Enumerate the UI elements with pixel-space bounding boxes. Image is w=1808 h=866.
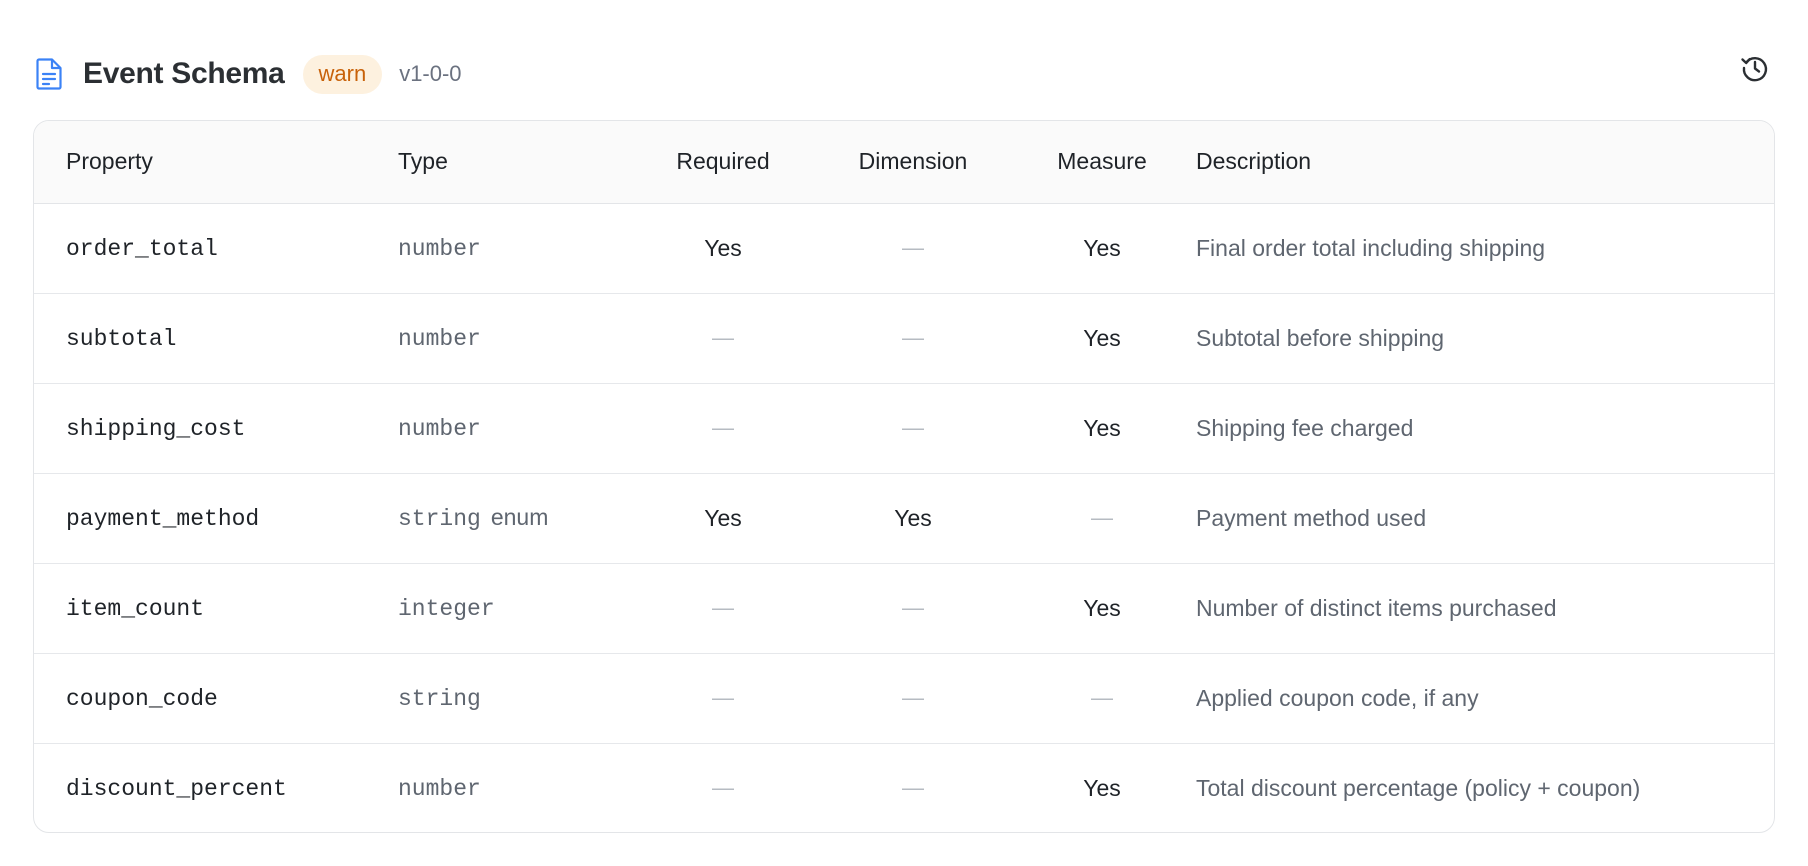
dimension-value: — [902, 685, 924, 710]
column-header-required[interactable]: Required [628, 121, 818, 204]
required-value: Yes [704, 234, 742, 261]
measure-value: Yes [1083, 594, 1121, 621]
measure-value: Yes [1083, 414, 1121, 441]
table-row[interactable]: subtotal number — — Yes Subtotal before … [34, 292, 1774, 383]
property-description: Final order total including shipping [1196, 234, 1546, 261]
property-type: number [398, 325, 481, 352]
property-description: Applied coupon code, if any [1196, 684, 1479, 711]
version-label: v1-0-0 [399, 61, 462, 86]
property-name: discount_percent [66, 775, 287, 802]
property-description: Subtotal before shipping [1196, 324, 1445, 351]
table-row[interactable]: discount_percent number — — Yes Total di… [34, 742, 1774, 832]
table-row[interactable]: item_count integer — — Yes Number of dis… [34, 562, 1774, 653]
schema-page: Event Schema warn v1-0-0 Property Type R… [0, 0, 1808, 866]
property-name: order_total [66, 235, 218, 262]
property-type: string [398, 506, 481, 532]
measure-value: Yes [1083, 234, 1121, 261]
required-value: — [712, 685, 734, 710]
measure-value: — [1091, 505, 1113, 530]
property-description: Total discount percentage (policy + coup… [1196, 774, 1641, 801]
property-type: number [398, 235, 481, 262]
property-description: Number of distinct items purchased [1196, 594, 1557, 621]
required-value: — [712, 775, 734, 801]
property-name: coupon_code [66, 685, 218, 712]
measure-value: Yes [1083, 324, 1121, 351]
schema-header: Event Schema warn v1-0-0 [33, 44, 1775, 104]
property-type: string [398, 685, 481, 712]
property-type: number [398, 775, 481, 802]
column-header-dimension[interactable]: Dimension [818, 121, 1008, 204]
history-button[interactable] [1735, 48, 1775, 88]
property-name: subtotal [66, 325, 177, 352]
enum-tag: enum [490, 504, 549, 530]
measure-value: — [1091, 685, 1113, 710]
column-header-property[interactable]: Property [34, 121, 398, 204]
required-value: Yes [704, 504, 742, 531]
column-header-measure[interactable]: Measure [1008, 121, 1196, 204]
required-value: — [712, 415, 734, 440]
column-header-description[interactable]: Description [1196, 121, 1774, 204]
table-header-row: Property Type Required Dimension Measure… [34, 121, 1774, 204]
measure-value: Yes [1083, 774, 1121, 801]
property-type: integer [398, 595, 495, 622]
status-badge: warn [302, 54, 383, 94]
required-value: — [712, 595, 734, 620]
table-row[interactable]: payment_method string enum Yes Yes — Paym… [34, 472, 1774, 563]
dimension-value: — [902, 325, 924, 350]
property-name: shipping_cost [66, 415, 246, 442]
table-row[interactable]: order_total number Yes — Yes Final order… [34, 203, 1774, 293]
dimension-value: — [902, 775, 924, 801]
history-icon [1741, 57, 1768, 82]
property-type: number [398, 415, 481, 442]
property-description: Payment method used [1196, 504, 1427, 531]
page-title: Event Schema [83, 57, 285, 90]
dimension-value: Yes [894, 504, 932, 531]
table-row[interactable]: shipping_cost number — — Yes Shipping fe… [34, 382, 1774, 473]
schema-table: Property Type Required Dimension Measure… [33, 120, 1775, 833]
property-name: payment_method [66, 505, 260, 532]
document-icon [33, 56, 65, 92]
dimension-value: — [902, 595, 924, 620]
dimension-value: — [902, 235, 924, 260]
required-value: — [712, 325, 734, 350]
property-name: item_count [66, 595, 205, 622]
column-header-type[interactable]: Type [398, 121, 628, 204]
table-row[interactable]: coupon_code string — — — Applied coupon … [34, 652, 1774, 743]
dimension-value: — [902, 415, 924, 440]
property-description: Shipping fee charged [1196, 414, 1414, 441]
